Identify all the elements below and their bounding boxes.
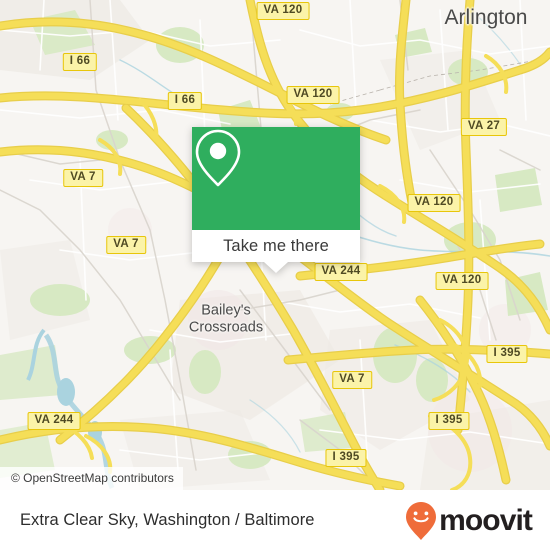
road-shield-i395-mid[interactable]: I 395 — [428, 412, 470, 430]
place-label-crossroads: Crossroads — [188, 319, 264, 336]
footer-title: Extra Clear Sky, Washington / Baltimore — [20, 511, 315, 529]
moovit-smiley-pin-icon — [406, 501, 437, 540]
map-attribution[interactable]: © OpenStreetMap contributors — [0, 467, 183, 490]
road-shield-va27[interactable]: VA 27 — [460, 118, 508, 136]
road-shield-va7-lower[interactable]: VA 7 — [332, 371, 372, 389]
road-shield-i395-upper[interactable]: I 395 — [486, 345, 528, 363]
road-shield-i395-lower[interactable]: I 395 — [325, 449, 367, 467]
map-page: .rd { stroke:#f5de58; stroke-linecap:rou… — [0, 0, 550, 550]
road-shield-va244-center[interactable]: VA 244 — [314, 263, 368, 281]
road-shield-va7-left[interactable]: VA 7 — [106, 236, 146, 254]
footer-bar: Extra Clear Sky, Washington / Baltimore … — [0, 490, 550, 550]
road-shield-va7-upper[interactable]: VA 7 — [63, 169, 103, 187]
road-shield-i66-west[interactable]: I 66 — [62, 53, 98, 71]
take-me-there-callout[interactable]: Take me there — [192, 127, 360, 273]
moovit-brand[interactable]: moovit — [404, 501, 533, 541]
callout-tail-icon — [264, 262, 288, 273]
road-shield-va244-left[interactable]: VA 244 — [27, 412, 81, 430]
road-shield-i66[interactable]: I 66 — [167, 92, 203, 110]
callout-pin-area — [192, 127, 360, 230]
moovit-wordmark: moovit — [439, 503, 533, 537]
location-pin-icon — [195, 129, 241, 187]
road-shield-va120-mid[interactable]: VA 120 — [407, 194, 461, 212]
callout-action-area[interactable]: Take me there — [192, 230, 360, 273]
take-me-there-label: Take me there — [223, 236, 329, 255]
map-canvas[interactable]: .rd { stroke:#f5de58; stroke-linecap:rou… — [0, 0, 550, 490]
place-label-baileys: Bailey's — [201, 302, 251, 319]
place-label-arlington: Arlington — [444, 6, 528, 29]
road-shield-va120-upper[interactable]: VA 120 — [286, 86, 340, 104]
road-shield-va120-north[interactable]: VA 120 — [256, 2, 310, 20]
road-shield-va120-right[interactable]: VA 120 — [435, 272, 489, 290]
